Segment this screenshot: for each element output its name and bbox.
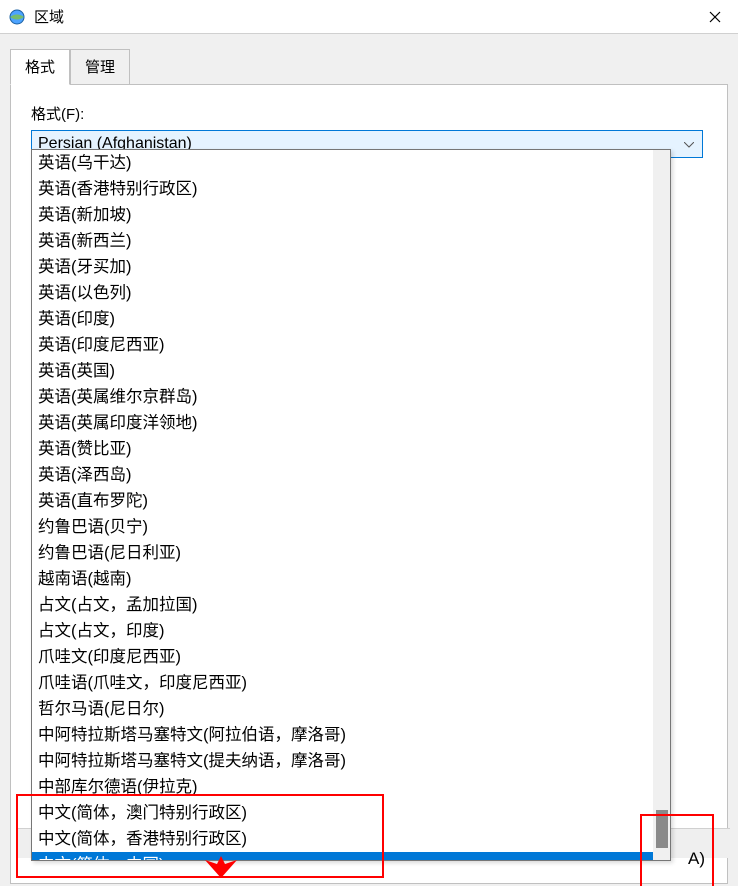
region-dialog: 区域 格式 管理 格式(F): Persian (Afghanistan) 英语… <box>0 0 738 886</box>
close-icon <box>709 11 721 23</box>
tab-format[interactable]: 格式 <box>10 49 70 85</box>
locale-option[interactable]: 中阿特拉斯塔马塞特文(提夫纳语，摩洛哥) <box>32 748 670 774</box>
locale-option[interactable]: 英语(乌干达) <box>32 150 670 176</box>
locale-option[interactable]: 中部库尔德语(伊拉克) <box>32 774 670 800</box>
locale-option[interactable]: 英语(英国) <box>32 358 670 384</box>
locale-option[interactable]: 英语(直布罗陀) <box>32 488 670 514</box>
locale-option[interactable]: 爪哇文(印度尼西亚) <box>32 644 670 670</box>
scrollbar-track[interactable] <box>653 150 670 860</box>
locale-option[interactable]: 英语(印度尼西亚) <box>32 332 670 358</box>
locale-option[interactable]: 越南语(越南) <box>32 566 670 592</box>
window-title: 区域 <box>34 6 692 27</box>
locale-option[interactable]: 英语(牙买加) <box>32 254 670 280</box>
locale-option[interactable]: 哲尔马语(尼日尔) <box>32 696 670 722</box>
dialog-body: 格式 管理 格式(F): Persian (Afghanistan) 英语(乌干… <box>0 34 738 886</box>
tab-admin[interactable]: 管理 <box>70 49 130 85</box>
format-label: 格式(F): <box>31 103 707 124</box>
locale-option[interactable]: 中文(简体，中国) <box>32 852 670 861</box>
format-dropdown-list[interactable]: 英语(乌干达)英语(香港特别行政区)英语(新加坡)英语(新西兰)英语(牙买加)英… <box>31 149 671 861</box>
locale-option[interactable]: 英语(新加坡) <box>32 202 670 228</box>
globe-icon <box>8 8 26 26</box>
locale-option[interactable]: 占文(占文，印度) <box>32 618 670 644</box>
tab-strip: 格式 管理 <box>10 48 738 84</box>
locale-option[interactable]: 英语(泽西岛) <box>32 462 670 488</box>
locale-option[interactable]: 中阿特拉斯塔马塞特文(阿拉伯语，摩洛哥) <box>32 722 670 748</box>
locale-option[interactable]: 英语(印度) <box>32 306 670 332</box>
format-panel: 格式(F): Persian (Afghanistan) 英语(乌干达)英语(香… <box>10 84 728 884</box>
locale-option[interactable]: 英语(新西兰) <box>32 228 670 254</box>
locale-option[interactable]: 英语(以色列) <box>32 280 670 306</box>
locale-option[interactable]: 英语(赞比亚) <box>32 436 670 462</box>
locale-option[interactable]: 中文(简体，香港特别行政区) <box>32 826 670 852</box>
close-button[interactable] <box>692 0 738 34</box>
locale-option[interactable]: 英语(英属印度洋领地) <box>32 410 670 436</box>
locale-option[interactable]: 中文(简体，澳门特别行政区) <box>32 800 670 826</box>
locale-option[interactable]: 英语(香港特别行政区) <box>32 176 670 202</box>
locale-option[interactable]: 英语(英属维尔京群岛) <box>32 384 670 410</box>
chevron-down-icon <box>680 137 698 151</box>
titlebar: 区域 <box>0 0 738 34</box>
scrollbar-thumb[interactable] <box>656 810 668 848</box>
locale-option[interactable]: 约鲁巴语(贝宁) <box>32 514 670 540</box>
locale-option[interactable]: 约鲁巴语(尼日利亚) <box>32 540 670 566</box>
locale-option[interactable]: 爪哇语(爪哇文，印度尼西亚) <box>32 670 670 696</box>
dropdown-inner: 英语(乌干达)英语(香港特别行政区)英语(新加坡)英语(新西兰)英语(牙买加)英… <box>32 150 670 860</box>
partial-text: A) <box>688 849 705 869</box>
locale-option[interactable]: 占文(占文，孟加拉国) <box>32 592 670 618</box>
